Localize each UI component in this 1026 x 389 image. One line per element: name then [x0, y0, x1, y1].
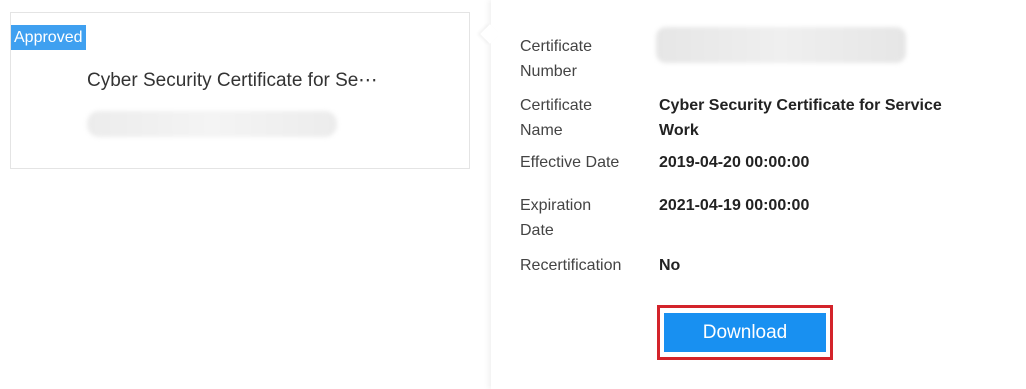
download-button[interactable]: Download [664, 313, 826, 352]
redacted-certificate-number [656, 27, 906, 63]
effective-date-value: 2019-04-20 00:00:00 [659, 154, 810, 171]
recertification-value: No [659, 257, 681, 274]
certificate-name-label: Certificate Name [520, 97, 593, 139]
certificate-title: Cyber Security Certificate for Se⋯ [87, 70, 378, 91]
expiration-date-label: Expiration Date [520, 197, 592, 239]
effective-date-label: Effective Date [520, 154, 620, 171]
redacted-text [87, 111, 337, 137]
certificate-number-label: Certificate Number [520, 38, 593, 80]
popover-arrow [480, 24, 500, 44]
expiration-date-value: 2021-04-19 00:00:00 [659, 197, 810, 214]
download-highlight-frame: Download [657, 305, 833, 360]
certificate-card[interactable]: Approved Cyber Security Certificate for … [10, 12, 470, 169]
status-badge: Approved [11, 25, 86, 50]
certificate-details-popover: Certificate Number Certificate Name Cybe… [480, 0, 1026, 389]
certificate-name-value: Cyber Security Certificate for Service W… [659, 97, 942, 139]
recertification-label: Recertification [520, 257, 622, 274]
